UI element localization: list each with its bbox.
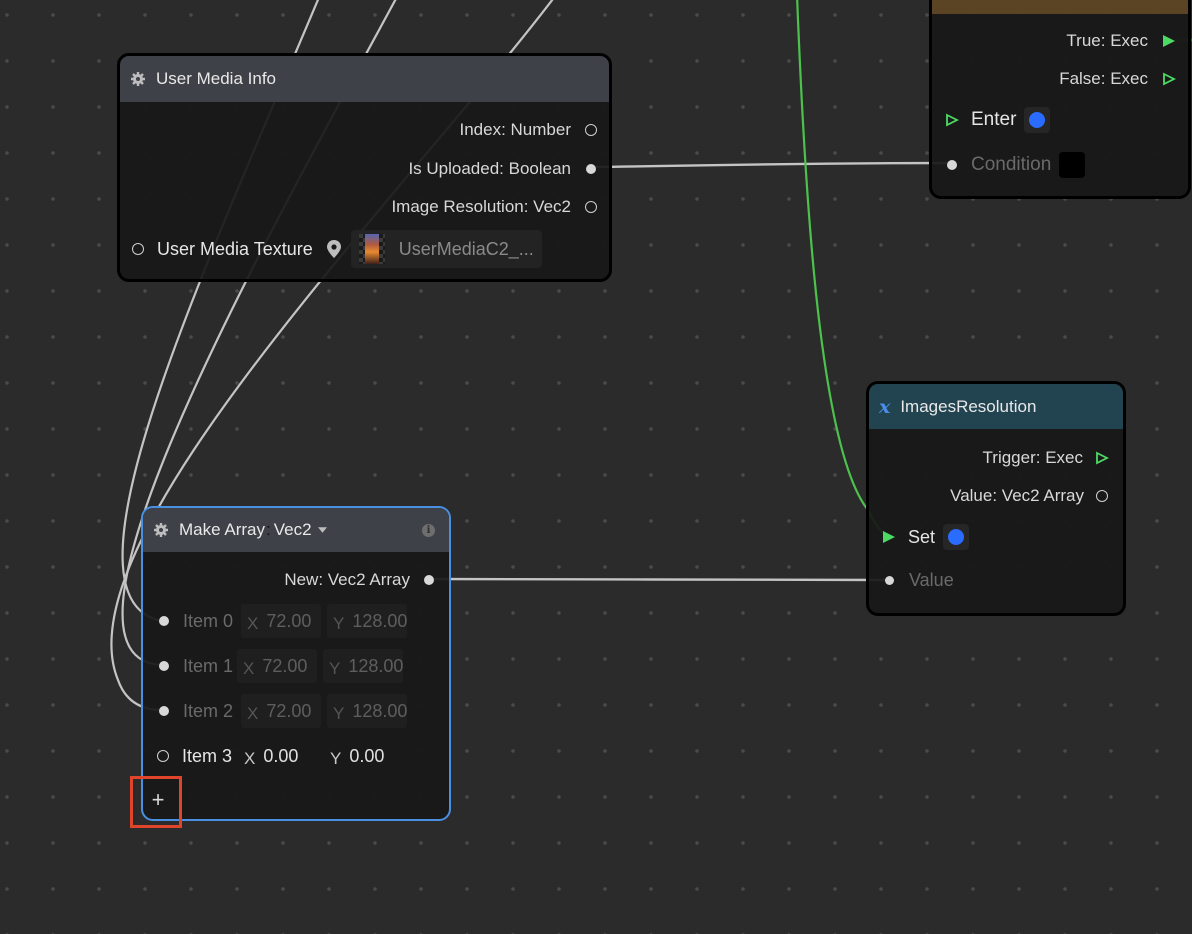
type-value: Vec2 [273, 520, 312, 539]
exec-pin-hollow-icon[interactable] [1095, 451, 1109, 465]
condition-checkbox[interactable] [1059, 152, 1086, 178]
texture-name: UserMediaC2_... [398, 238, 534, 259]
chevron-down-icon [317, 527, 327, 533]
input-user-media-texture: User Media Texture UserMediaC2_... [132, 230, 542, 268]
pin-label: Value: Vec2 Array [950, 486, 1084, 505]
input-pin[interactable] [157, 750, 169, 762]
input-set: Set [882, 524, 970, 550]
output-value-array: Value: Vec2 Array [950, 486, 1108, 506]
item-x-field[interactable]: X 72.00 [241, 604, 322, 638]
input-item-2: Item 2 X 72.00 Y 128.00 [159, 694, 408, 728]
pin-label: Image Resolution: Vec2 [391, 197, 571, 216]
node-title: Make Array [179, 520, 265, 539]
output-new-array: New: Vec2 Array [284, 570, 434, 590]
pin-label: Condition [971, 154, 1052, 175]
highlight-box [130, 776, 182, 828]
node-header[interactable]: x ImagesResolution [869, 384, 1123, 429]
gear-icon [131, 72, 145, 86]
pin-label: User Media Texture [157, 238, 313, 259]
output-index: Index: Number [459, 120, 597, 140]
type-separator: : [265, 520, 271, 539]
item-y-field[interactable]: Y 128.00 [323, 649, 404, 683]
input-pin[interactable] [159, 616, 169, 626]
node-make-array[interactable]: Make Array : Vec2 i New: Vec2 Array Item… [141, 506, 451, 821]
input-item-0: Item 0 X 72.00 Y 128.00 [159, 604, 408, 638]
pin-label: Item 2 [183, 700, 234, 721]
location-pin-icon[interactable] [326, 240, 341, 258]
enter-swatch[interactable] [1024, 107, 1051, 133]
texture-thumbnail [358, 234, 385, 264]
gear-icon [154, 523, 168, 537]
pin-label: True: Exec [1066, 31, 1148, 50]
type-dropdown[interactable]: Vec2 [274, 520, 327, 540]
exec-pin-hollow-icon[interactable] [945, 113, 959, 127]
output-pin[interactable] [586, 164, 596, 174]
input-value: Value [885, 570, 954, 591]
item-y-field[interactable]: Y 0.00 [324, 739, 404, 773]
output-pin[interactable] [585, 201, 597, 213]
output-pin[interactable] [585, 124, 597, 136]
node-header[interactable] [932, 0, 1188, 14]
output-is-uploaded: Is Uploaded: Boolean [408, 159, 596, 179]
pin-label: Enter [971, 109, 1017, 130]
output-pin[interactable] [424, 575, 434, 585]
input-pin[interactable] [159, 706, 169, 716]
pin-label: False: Exec [1059, 69, 1148, 88]
node-header[interactable]: Make Array : Vec2 i [143, 508, 449, 552]
node-title: User Media Info [156, 69, 276, 88]
input-pin[interactable] [132, 243, 144, 255]
input-item-3: Item 3 X 0.00 Y 0.00 [157, 739, 404, 773]
node-title: ImagesResolution [900, 396, 1037, 416]
input-enter: Enter [945, 107, 1051, 133]
pin-label: New: Vec2 Array [284, 570, 410, 589]
set-swatch[interactable] [943, 524, 970, 550]
wire-is-uploaded-condition [589, 161, 952, 169]
exec-pin-hollow-icon[interactable] [1162, 72, 1176, 86]
item-x-field[interactable]: X 0.00 [238, 739, 318, 773]
pin-label: Item 3 [182, 745, 233, 766]
output-true-exec: True: Exec [1066, 31, 1176, 51]
pin-label: Is Uploaded: Boolean [408, 159, 571, 178]
input-pin[interactable] [885, 576, 894, 585]
variable-x-icon: x [879, 395, 891, 418]
output-image-resolution: Image Resolution: Vec2 [391, 197, 597, 217]
pin-label: Item 1 [183, 655, 234, 676]
input-pin[interactable] [947, 160, 957, 170]
input-item-1: Item 1 X 72.00 Y 128.00 [159, 649, 404, 683]
pin-label: Set [908, 526, 936, 547]
item-x-field[interactable]: X 72.00 [241, 694, 322, 728]
input-condition: Condition [947, 152, 1086, 178]
input-pin[interactable] [159, 661, 169, 671]
wire-new-array-value [428, 577, 888, 582]
info-icon[interactable]: i [422, 524, 435, 537]
item-x-field[interactable]: X 72.00 [237, 649, 318, 683]
pin-label: Trigger: Exec [982, 448, 1083, 467]
item-y-field[interactable]: Y 128.00 [327, 604, 408, 638]
pin-label: Value [909, 570, 954, 590]
texture-field[interactable]: UserMediaC2_... [350, 230, 542, 268]
exec-pin-filled-icon[interactable] [882, 530, 896, 544]
node-branch[interactable]: True: Exec False: Exec Enter Condition [929, 0, 1191, 199]
item-y-field[interactable]: Y 128.00 [327, 694, 408, 728]
exec-pin-filled-icon[interactable] [1162, 34, 1176, 48]
node-user-media-info[interactable]: User Media Info Index: Number Is Uploade… [117, 53, 612, 282]
output-pin[interactable] [1096, 490, 1108, 502]
pin-label: Item 0 [183, 610, 234, 631]
node-header[interactable]: User Media Info [120, 56, 609, 102]
output-false-exec: False: Exec [1059, 69, 1176, 89]
output-trigger-exec: Trigger: Exec [983, 448, 1109, 468]
pin-label: Index: Number [459, 120, 572, 139]
node-images-resolution[interactable]: x ImagesResolution Trigger: Exec Value: … [866, 381, 1126, 616]
